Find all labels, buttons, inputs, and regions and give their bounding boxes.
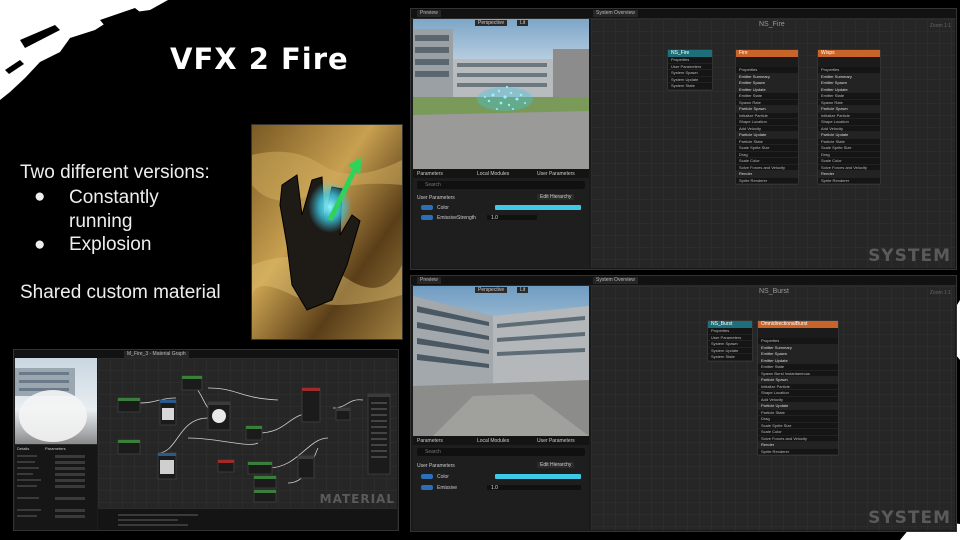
- fire-zoom-label: Zoom 1:1: [929, 23, 951, 29]
- burst-edit-hierarchy-button[interactable]: Edit Hierarchy: [537, 462, 575, 468]
- fire-param-color: Color: [437, 205, 449, 211]
- fire-emitter-node[interactable]: Fire Properties Emitter Summary Emitter …: [735, 49, 799, 185]
- burst-param-color: Color: [437, 474, 449, 480]
- fire-perspective-button[interactable]: Perspective: [475, 20, 508, 26]
- intro-text: Two different versions:: [20, 162, 210, 183]
- burst-system-node[interactable]: NS_Burst Properties User Parameters Syst…: [707, 320, 753, 362]
- fire-emissive-param-badge: [421, 215, 433, 220]
- fire-color-param-badge: [421, 205, 433, 210]
- fire-emissive-value: 1.0: [491, 215, 498, 221]
- slide-title: VFX 2 Fire: [170, 42, 349, 76]
- burst-graph-title: NS_Burst: [759, 288, 789, 295]
- wisps-emitter-title: Wisps: [818, 50, 880, 57]
- fire-parameters-tab[interactable]: Parameters: [417, 171, 443, 177]
- fire-local-modules-tab[interactable]: Local Modules: [477, 171, 509, 177]
- bullet-dot-2: ●: [34, 234, 46, 255]
- bullet-item-2: Explosion: [69, 234, 152, 255]
- emitter-row[interactable]: Sprite Renderer: [818, 178, 880, 184]
- fire-user-parameters-label: User Parameters: [417, 195, 455, 201]
- material-preview-viewport[interactable]: [15, 358, 97, 444]
- fire-user-parameters-tab[interactable]: User Parameters: [537, 171, 575, 177]
- burst-user-parameters-tab[interactable]: User Parameters: [537, 438, 575, 444]
- fire-system-graph[interactable]: NS_Fire Zoom 1:1 NS_Fire Properties User…: [591, 19, 955, 268]
- burst-system-node-title: NS_Burst: [708, 321, 752, 328]
- wisps-emitter-node[interactable]: Wisps Properties Emitter Summary Emitter…: [817, 49, 881, 185]
- burst-emitter-node[interactable]: OmnidirectionalBurst Properties Emitter …: [757, 320, 839, 456]
- burst-tab-bar: Preview System Overview: [411, 276, 956, 286]
- burst-color-param-badge: [421, 474, 433, 479]
- burst-system-watermark: SYSTEM: [868, 508, 951, 528]
- fire-system-overview-tab[interactable]: System Overview: [593, 10, 638, 17]
- tab-material-graph[interactable]: M_Fire_3 - Material Graph: [124, 351, 189, 358]
- fire-system-row[interactable]: System State: [668, 83, 712, 90]
- burst-parameters-panel: Parameters Local Modules User Parameters…: [413, 436, 589, 530]
- fire-preview-tab[interactable]: Preview: [417, 10, 441, 17]
- fire-edit-hierarchy-button[interactable]: Edit Hierarchy: [537, 194, 575, 200]
- burst-parameters-tab[interactable]: Parameters: [417, 438, 443, 444]
- emitter-row[interactable]: Sprite Renderer: [736, 178, 798, 184]
- burst-emitter-title: OmnidirectionalBurst: [758, 321, 838, 328]
- footer-text: Shared custom material: [20, 282, 221, 303]
- burst-system-overview-tab[interactable]: System Overview: [593, 277, 638, 284]
- burst-system-row[interactable]: System State: [708, 354, 752, 361]
- ns-fire-editor-screenshot: Preview System Overview Perspective Lit …: [410, 8, 957, 270]
- burst-color-swatch[interactable]: [495, 474, 581, 479]
- slide: VFX 2 Fire Two different versions: ● Con…: [0, 0, 960, 540]
- fire-lit-button[interactable]: Lit: [517, 20, 529, 26]
- ns-burst-editor-screenshot: Preview System Overview Perspective Lit …: [410, 275, 957, 532]
- material-editor-screenshot: M_Fire_3 - Material Graph Details Parame…: [13, 349, 399, 531]
- burst-preview-viewport[interactable]: Perspective Lit: [413, 286, 589, 436]
- fire-parameters-panel: Parameters Local Modules User Parameters…: [413, 169, 589, 268]
- fire-emitter-thumbnail: [736, 57, 798, 67]
- burst-emissive-field[interactable]: [487, 485, 581, 490]
- bullet-item-1: Constantly running: [69, 187, 159, 232]
- burst-preview-tab[interactable]: Preview: [417, 277, 441, 284]
- burst-emitter-thumbnail: [758, 328, 838, 338]
- fire-system-watermark: SYSTEM: [868, 246, 951, 266]
- fire-system-node[interactable]: NS_Fire Properties User Parameters Syste…: [667, 49, 713, 91]
- material-graph-canvas[interactable]: MATERIAL: [98, 358, 397, 508]
- burst-local-modules-tab[interactable]: Local Modules: [477, 438, 509, 444]
- fire-emitter-title: Fire: [736, 50, 798, 57]
- hand-effect-photo: [251, 124, 403, 340]
- burst-system-graph[interactable]: NS_Burst Zoom 1:1 NS_Burst Properties Us…: [591, 286, 955, 530]
- burst-param-emissive: Emissive: [437, 485, 458, 491]
- burst-zoom-label: Zoom 1:1: [929, 290, 951, 296]
- bullet-dot-1: ●: [34, 186, 46, 207]
- wisps-emitter-thumbnail: [818, 57, 880, 67]
- fire-search-input[interactable]: Search: [417, 181, 585, 189]
- burst-perspective-button[interactable]: Perspective: [475, 287, 508, 293]
- material-stats-panel: [98, 508, 397, 530]
- fire-graph-title: NS_Fire: [759, 21, 785, 28]
- burst-emissive-value: 1.0: [491, 485, 498, 491]
- fire-preview-viewport[interactable]: Perspective Lit: [413, 19, 589, 169]
- burst-lit-button[interactable]: Lit: [517, 287, 529, 293]
- brush-stroke-decoration: [0, 0, 168, 100]
- emitter-row[interactable]: Sprite Renderer: [758, 449, 838, 455]
- burst-emissive-param-badge: [421, 485, 433, 490]
- fire-system-node-title: NS_Fire: [668, 50, 712, 57]
- material-watermark: MATERIAL: [319, 492, 395, 506]
- fire-tab-bar: Preview System Overview: [411, 9, 956, 19]
- burst-user-parameters-label: User Parameters: [417, 463, 455, 469]
- fire-param-emissive: EmissiveStrength: [437, 215, 476, 221]
- burst-search-input[interactable]: Search: [417, 448, 585, 456]
- fire-color-swatch[interactable]: [495, 205, 581, 210]
- material-details-panel: Details Parameters: [15, 444, 97, 530]
